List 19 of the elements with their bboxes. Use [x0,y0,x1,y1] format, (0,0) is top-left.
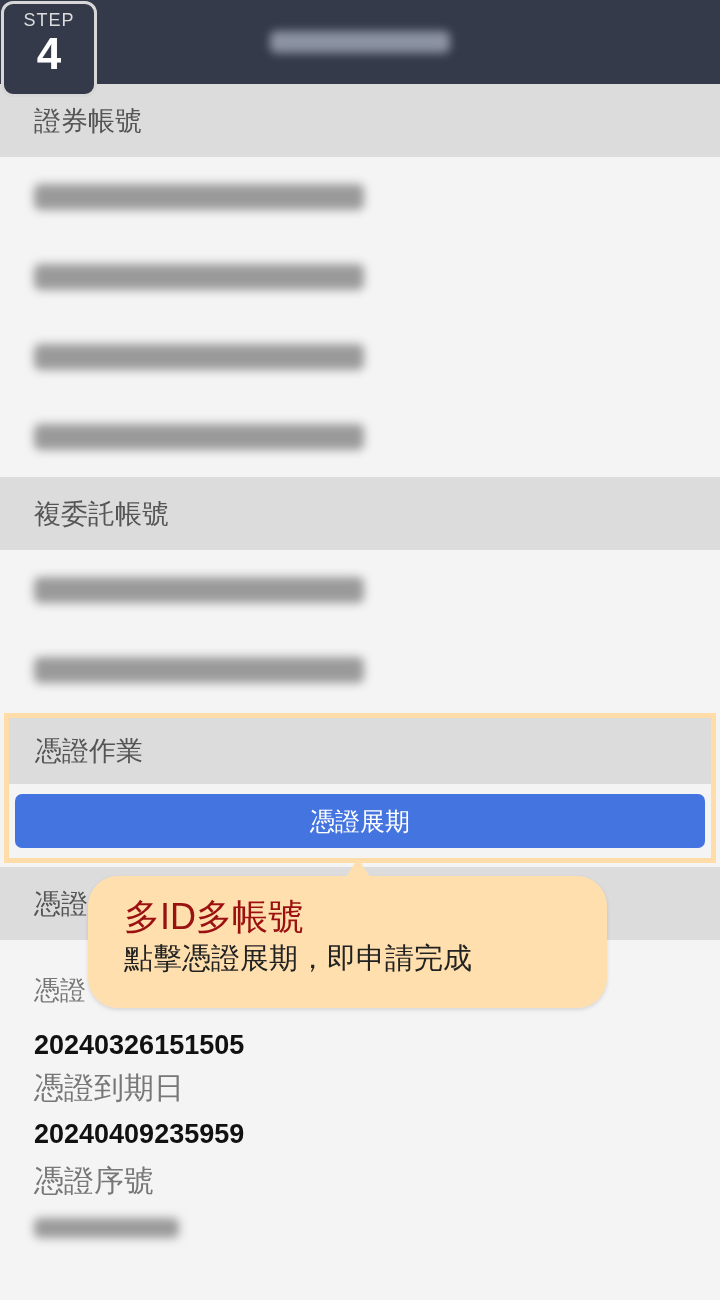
field-label: 憑證序號 [34,1163,154,1199]
section-header: 證券帳號 [0,84,720,157]
blurred-account[interactable] [34,657,364,683]
blurred-account[interactable] [34,184,364,210]
blurred-account[interactable] [34,344,364,370]
renew-button[interactable]: 憑證展期 [15,794,705,848]
section-header: 複委託帳號 [0,477,720,550]
field-value: 20240326151505 [34,1029,245,1062]
callout-text: 點擊憑證展期，即申請完成 [124,941,473,976]
blurred-account[interactable] [34,264,364,290]
blurred-account[interactable] [34,424,364,450]
blurred-account[interactable] [34,577,364,603]
step-label: STEP [23,10,75,31]
section-header: 憑證作業 [9,718,711,784]
field-label: 憑證 [34,974,86,1007]
step-number: 4 [36,31,62,77]
callout-title: 多ID多帳號 [124,896,305,938]
field-value: 20240409235959 [34,1118,245,1151]
field-label: 憑證到期日 [34,1070,184,1106]
